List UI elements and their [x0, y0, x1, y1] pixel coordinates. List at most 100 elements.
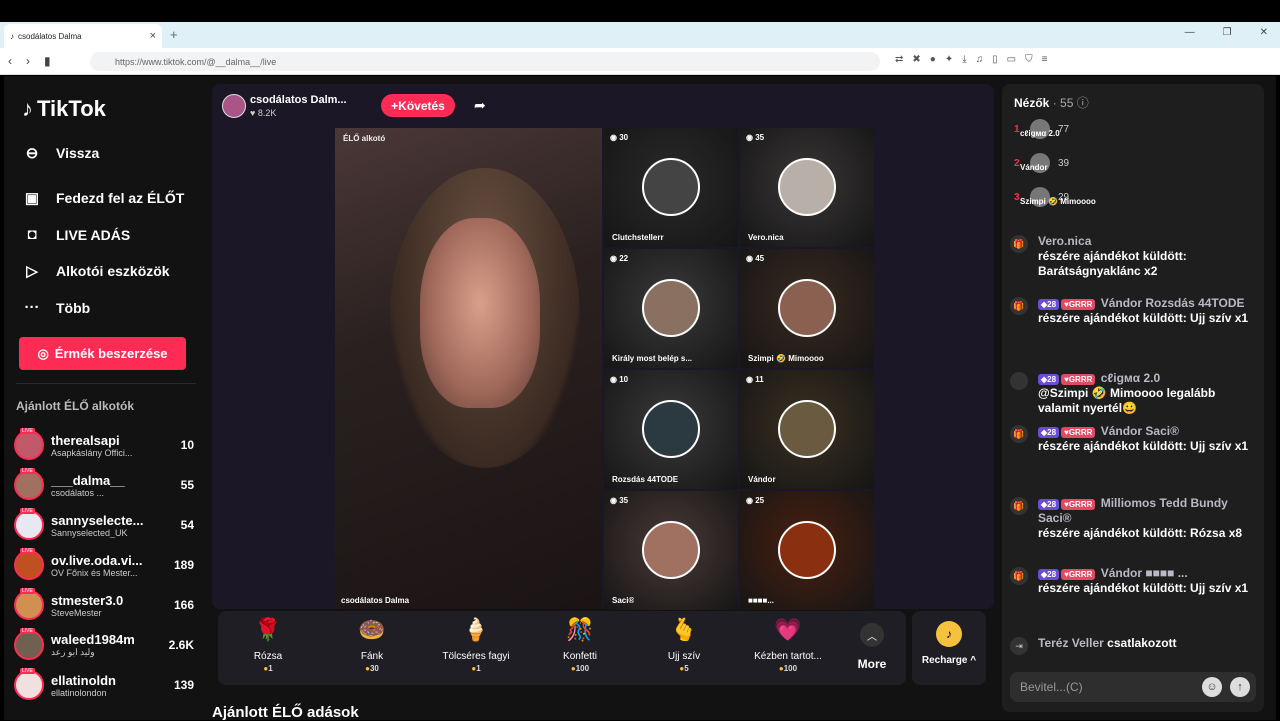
get-coins-button[interactable]: ◎ Érmék beszerzése — [19, 337, 186, 370]
chat-username[interactable]: сℓigмα 2.0 — [1101, 371, 1160, 385]
music-icon[interactable]: ♫ — [976, 54, 984, 65]
chat-message: 🎁 ◆28 ♥GRRR Milliomos Tedd Bundy Saci® rés… — [1010, 496, 1256, 541]
top-viewer-row[interactable]: 2 Vándor 39 — [1014, 150, 1254, 176]
fan-club-badge: ♥GRRR — [1061, 499, 1096, 510]
guest-tile[interactable]: ◉ 25 ■■■■... — [740, 491, 874, 610]
forward-icon[interactable]: › — [26, 54, 30, 68]
send-icon[interactable]: ↑ — [1230, 677, 1250, 697]
emoji-icon[interactable]: ☺ — [1202, 677, 1222, 697]
chat-input[interactable]: Bevitel...(C) ☺ ↑ — [1010, 672, 1256, 702]
creator-item[interactable]: LIVE therealsapi Asapkáslány Offici... 1… — [14, 426, 194, 464]
chat-message: 🎁 ◆28 ♥GRRR Vándor Rozsdás 44TODE részére … — [1010, 296, 1256, 326]
chat-username[interactable]: Vero.nica — [1038, 234, 1091, 248]
nav-live-studio[interactable]: ◘ LIVE ADÁS — [22, 226, 130, 243]
top-viewer-row[interactable]: 1 сℓigмα 2.0 77 — [1014, 116, 1254, 142]
creator-item[interactable]: LIVE ___dalma__ csodálatos ... 55 — [14, 466, 194, 504]
guest-tile[interactable]: ◉ 10 Rozsdás 44TODE — [604, 370, 738, 489]
share-icon[interactable]: ➦ — [474, 97, 486, 114]
recharge-button[interactable]: ♪ Recharge ^ — [912, 611, 986, 685]
nav-more[interactable]: ··· Több — [22, 299, 91, 316]
url-field[interactable]: https://www.tiktok.com/@__dalma__/live — [90, 52, 880, 71]
guest-name: Saci® — [612, 596, 635, 605]
level-badge: ◆28 — [1038, 569, 1060, 580]
gift-item[interactable]: 🫰 Ujj szív ●5 — [634, 617, 734, 673]
guest-tile[interactable]: ◉ 45 Szimpi 🤣 Mimoooo — [740, 249, 874, 368]
extension-icon[interactable]: ✖ — [912, 54, 920, 65]
divider — [16, 383, 196, 384]
guest-name: ■■■■... — [748, 596, 774, 605]
live-stage: csodálatos Dalm... ♥ 8.2K + Követés ➦ ÉLŐ… — [212, 84, 994, 610]
chat-message: 🎁 ◆28 ♥GRRR Vándor ■■■■ ... részére ajándé… — [1010, 566, 1256, 596]
host-avatar[interactable] — [222, 94, 246, 118]
gift-icon: 🎁 — [1010, 425, 1028, 443]
back-icon[interactable]: ‹ — [8, 54, 12, 68]
gift-name: Kézben tartot... — [754, 651, 822, 662]
creator-name: ___dalma__ — [51, 472, 125, 488]
guest-tile[interactable]: ◉ 35 Saci® — [604, 491, 738, 610]
browser-tab[interactable]: ♪ csodálatos Dalma × — [4, 24, 162, 48]
top-viewer-row[interactable]: 3 Szimpi 🤣 Mimoooo 29 — [1014, 184, 1254, 210]
guest-tile[interactable]: ◉ 30 Clutchstellerr — [604, 128, 738, 247]
sidebar-icon[interactable]: ▯ — [992, 54, 998, 65]
tv-icon: ▣ — [24, 190, 40, 207]
puzzle-icon[interactable]: ✦ — [945, 54, 953, 65]
chat-username[interactable]: Vándor Rozsdás 44TODE — [1101, 296, 1245, 310]
gift-item[interactable]: 🎊 Konfetti ●100 — [530, 617, 630, 673]
guest-avatar — [642, 521, 700, 579]
gift-item[interactable]: 🍦 Tölcséres fagyi ●1 — [426, 617, 526, 673]
host-video-name: csodálatos Dalma — [341, 596, 410, 605]
gift-name: Rózsa — [253, 651, 283, 662]
wallet-icon[interactable]: ▭ — [1007, 54, 1016, 65]
host-name[interactable]: csodálatos Dalm... — [250, 94, 347, 106]
gift-item[interactable]: 🌹 Rózsa ●1 — [218, 617, 318, 673]
guest-tile[interactable]: ◉ 35 Vero.nica — [740, 128, 874, 247]
chat-message-body: ◆28 ♥GRRR Vándor Saci® részére ajándékot k… — [1038, 424, 1256, 454]
chat-text: részére ajándékot küldött: Rózsa x8 — [1038, 526, 1243, 540]
guest-score: ◉ 35 — [610, 496, 629, 505]
more-gifts-button[interactable]: ︿ More — [846, 623, 898, 671]
minimize-icon[interactable]: — — [1185, 27, 1195, 38]
menu-icon[interactable]: ≡ — [1042, 54, 1048, 65]
creator-item[interactable]: LIVE ellatinoldn ellatinolondon 139 — [14, 666, 194, 704]
shield-icon[interactable]: ⛉ — [1025, 54, 1033, 65]
creator-item[interactable]: LIVE sannyselecte... Sannyselected_UK 54 — [14, 506, 194, 544]
creator-info: therealsapi Asapkáslány Offici... — [51, 433, 157, 458]
creator-item[interactable]: LIVE ov.live.oda.vi... OV Főnix és Meste… — [14, 546, 194, 584]
close-window-icon[interactable]: ✕ — [1260, 27, 1268, 38]
chat-username[interactable]: Vándor ■■■■ ... — [1101, 566, 1188, 580]
guest-tile[interactable]: ◉ 22 Király most belép s... — [604, 249, 738, 368]
nav-back[interactable]: ⊖ Vissza — [22, 144, 100, 162]
gift-item[interactable]: 💗 Kézben tartot... ●100 — [738, 617, 838, 673]
chat-text: részére ajándékot küldött: Ujj szív x1 — [1038, 439, 1249, 453]
chat-message: ⇥ Teréz Veller csatlakozott — [1010, 636, 1256, 655]
close-tab-icon[interactable]: × — [150, 30, 156, 42]
follow-button[interactable]: + Követés — [381, 94, 455, 117]
guest-avatar — [778, 400, 836, 458]
chat-username[interactable]: Teréz Veller — [1038, 636, 1104, 650]
creator-item[interactable]: LIVE waleed1984m وليد ابو رعد 2.6K — [14, 626, 194, 664]
nav-creator-tools[interactable]: ▷ Alkotói eszközök — [22, 262, 169, 280]
creator-item[interactable]: LIVE stmester3.0 SteveMester 166 — [14, 586, 194, 624]
download-icon[interactable]: ⤓ — [962, 54, 966, 65]
nav-explore-live[interactable]: ▣ Fedezd fel az ÉLŐT — [22, 189, 184, 207]
translate-icon[interactable]: ⇄ — [895, 54, 903, 65]
extension-icon[interactable]: ● — [930, 54, 936, 65]
tiktok-note-icon: ♪ — [22, 96, 33, 121]
gift-name: Fánk — [360, 651, 384, 662]
guest-tile[interactable]: ◉ 11 Vándor — [740, 370, 874, 489]
chat-username[interactable]: Vándor Saci® — [1101, 424, 1179, 438]
host-video[interactable]: ÉLŐ alkotó csodálatos Dalma — [335, 128, 602, 609]
chat-message: ◆28 ♥GRRR сℓigмα 2.0 @Szimpi 🤣 Mimoooo leg… — [1010, 371, 1256, 416]
gift-item[interactable]: 🍩 Fánk ●30 — [322, 617, 422, 673]
gift-icon: 🍦 — [462, 617, 490, 642]
creator-avatar: LIVE — [14, 628, 44, 660]
creator-subtitle: Asapkáslány Offici... — [51, 447, 133, 458]
restore-icon[interactable]: ❐ — [1223, 27, 1232, 38]
camera-icon: ◘ — [27, 226, 37, 243]
chat-message-body: ◆28 ♥GRRR Milliomos Tedd Bundy Saci® részé… — [1038, 496, 1256, 541]
new-tab-icon[interactable]: + — [170, 27, 178, 42]
bookmark-icon[interactable]: ▮ — [44, 54, 51, 68]
live-badge: LIVE — [20, 548, 35, 554]
info-icon[interactable]: ⓘ — [1077, 96, 1089, 110]
tiktok-logo[interactable]: ♪ TikTok — [22, 96, 106, 122]
